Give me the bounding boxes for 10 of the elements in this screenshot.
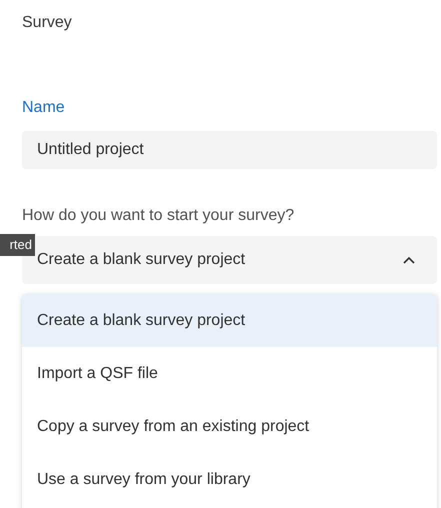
menu-option[interactable]: Import a QSF file [22, 347, 437, 400]
caret-icon [403, 256, 415, 264]
menu-option[interactable]: Use a survey from your library [22, 453, 437, 506]
menu-option[interactable]: Copy a survey from an existing project [22, 400, 437, 453]
page-title: Survey [22, 13, 72, 33]
question-label: How do you want to start your survey? [22, 206, 294, 226]
name-input-field[interactable]: Untitled project [22, 131, 437, 169]
tooltip: rted [0, 234, 35, 256]
field-label: Name [22, 98, 65, 118]
menu-option[interactable]: Create a blank survey project [22, 294, 437, 347]
